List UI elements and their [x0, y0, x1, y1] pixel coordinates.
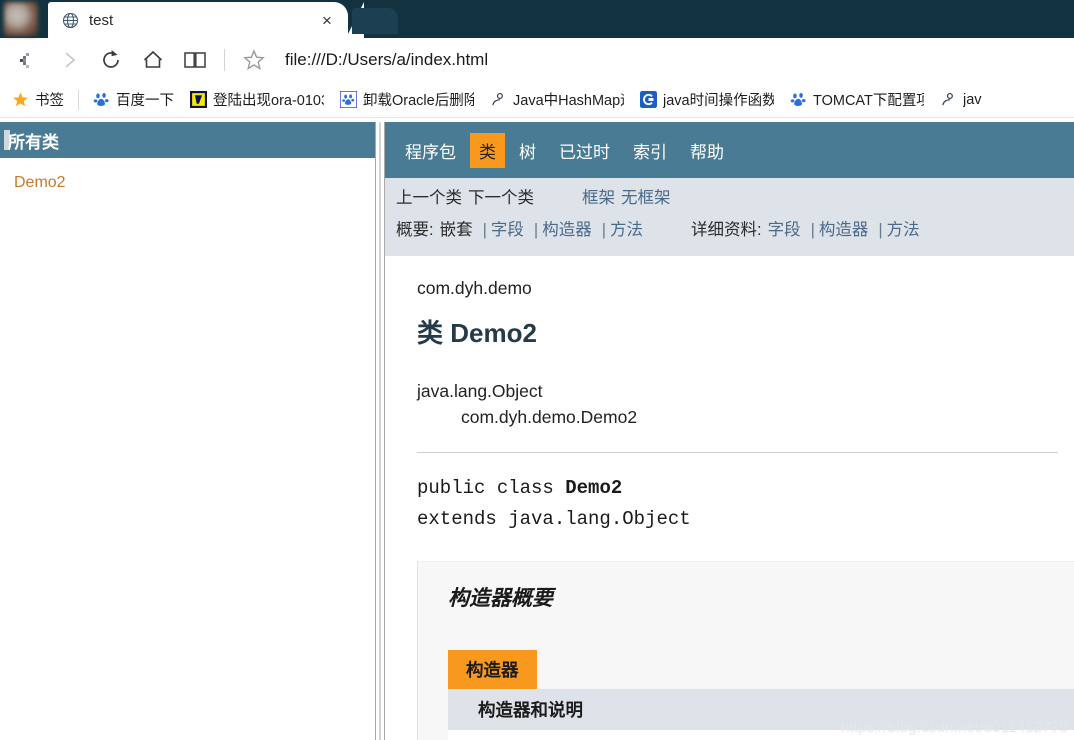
classdoc-frame: 程序包 类 树 已过时 索引 帮助 上一个类 下一个类 框架 无框架 概要: 嵌… — [385, 122, 1074, 740]
home-icon[interactable] — [132, 41, 174, 79]
tab-strip: test × — [0, 0, 1074, 38]
baidu-paw-icon — [93, 91, 110, 108]
bookmark-label: 百度一下 — [116, 93, 174, 109]
star-icon — [12, 91, 29, 108]
nav-item-index[interactable]: 索引 — [624, 133, 676, 168]
detail-method[interactable]: 方法 — [887, 216, 920, 240]
detail-field[interactable]: 字段 — [768, 216, 801, 240]
javadoc-sub-nav: 上一个类 下一个类 框架 无框架 概要: 嵌套 | 字段 | 构造器 | 方法 — [385, 178, 1074, 256]
star-outline-icon[interactable] — [233, 41, 275, 79]
summary-field[interactable]: 字段 — [491, 216, 524, 240]
separator: | — [810, 221, 815, 239]
bookmark-label: java时间操作函数 — [663, 93, 774, 109]
bookmarks-bar: 书签 百度一下 登陆出现ora-0103 卸载Oracle后删除 Java中Ha… — [0, 82, 1074, 118]
book-icon[interactable] — [174, 41, 216, 79]
bookmark-label: Java中HashMap运 — [513, 93, 624, 109]
signature-line-1: public class Demo2 — [417, 473, 1074, 504]
browser-tab[interactable]: test × — [48, 2, 364, 38]
bookmark-item-ora[interactable]: 登陆出现ora-0103 — [182, 86, 332, 114]
close-icon[interactable]: × — [316, 9, 338, 31]
signature-modifiers: public class — [417, 477, 566, 499]
bookmark-item-hashmap[interactable]: Java中HashMap运 — [482, 86, 632, 114]
summary-label: 概要: — [396, 221, 434, 239]
detail-constructor[interactable]: 构造器 — [819, 216, 869, 240]
summary-constructor[interactable]: 构造器 — [542, 216, 592, 240]
constructor-summary-heading: 构造器概要 — [448, 587, 553, 610]
tab-title: test — [89, 11, 114, 29]
nav-item-packages[interactable]: 程序包 — [396, 133, 465, 168]
inheritance-child: com.dyh.demo.Demo2 — [461, 407, 638, 427]
yellow-v-icon — [190, 91, 207, 108]
javadoc-content: com.dyh.demo 类 Demo2 java.lang.Object co… — [385, 256, 1074, 740]
page-title: 类 Demo2 — [417, 318, 537, 348]
bookmark-label: TOMCAT下配置项 — [813, 93, 924, 109]
bookmark-item-shuqian[interactable]: 书签 — [4, 86, 72, 114]
new-tab-button[interactable] — [352, 8, 398, 34]
person-icon — [940, 91, 957, 108]
separator: | — [601, 221, 606, 239]
bookmark-label: 卸载Oracle后删除 — [363, 93, 474, 109]
inheritance-root: java.lang.Object — [417, 381, 543, 401]
allclasses-frame: 所有类 Demo2 — [0, 122, 375, 740]
allclasses-header: 所有类 — [0, 122, 375, 158]
bookmark-divider — [78, 89, 79, 110]
browser-window: test × file:///D:/Users/a/index.html 书签 … — [0, 0, 1074, 740]
javadoc-top-nav: 程序包 类 树 已过时 索引 帮助 — [385, 122, 1074, 178]
javadoc-subnav-row-1: 上一个类 下一个类 框架 无框架 — [396, 184, 1074, 216]
tab-constructors[interactable]: 构造器 — [448, 650, 537, 689]
next-class-link[interactable]: 下一个类 — [468, 184, 534, 208]
bookmark-item-baidu[interactable]: 百度一下 — [85, 86, 182, 114]
reload-icon[interactable] — [90, 41, 132, 79]
summary-method[interactable]: 方法 — [610, 216, 643, 240]
constructor-table-header: 构造器和说明 — [448, 689, 1074, 730]
forward-arrow-icon[interactable] — [48, 41, 90, 79]
bookmark-label: 登陆出现ora-0103 — [213, 93, 324, 109]
bookmark-item-jav[interactable]: jav — [932, 86, 990, 114]
globe-icon — [62, 12, 79, 29]
separator: | — [482, 221, 487, 239]
bookmark-label: 书签 — [35, 93, 64, 109]
allclasses-header-label: 所有类 — [8, 132, 59, 152]
allclasses-list: Demo2 — [0, 158, 375, 194]
bookmark-item-tomcat[interactable]: TOMCAT下配置项 — [782, 86, 932, 114]
page-viewport: 所有类 Demo2 程序包 类 树 已过时 索引 帮助 上一个类 下一个类 框架… — [0, 122, 1074, 740]
allclasses-item-demo2[interactable]: Demo2 — [14, 172, 375, 194]
package-name: com.dyh.demo — [417, 278, 532, 298]
separator: | — [878, 221, 883, 239]
bookmark-item-java-time[interactable]: java时间操作函数 — [632, 86, 782, 114]
nav-item-help[interactable]: 帮助 — [681, 133, 733, 168]
detail-label: 详细资料: — [690, 221, 762, 239]
class-signature: public class Demo2 extends java.lang.Obj… — [401, 453, 1074, 535]
bookmark-label: jav — [963, 91, 982, 108]
summary-nested[interactable]: 嵌套 — [440, 216, 473, 240]
javadoc-subnav-row-2: 概要: 嵌套 | 字段 | 构造器 | 方法 详细资料: 字段 | 构造器 | … — [396, 216, 1074, 248]
no-frames-link[interactable]: 无框架 — [621, 184, 671, 208]
person-icon — [490, 91, 507, 108]
nav-item-deprecated[interactable]: 已过时 — [550, 133, 619, 168]
inheritance-tree: java.lang.Object com.dyh.demo.Demo2 — [401, 350, 1074, 430]
csdn-icon — [640, 91, 657, 108]
table-row[interactable]: Demo2() — [448, 730, 1074, 740]
browser-toolbar: file:///D:/Users/a/index.html — [0, 38, 1074, 82]
blue-paw-icon — [339, 90, 358, 109]
nav-item-class[interactable]: 类 — [470, 132, 505, 168]
constructor-tab-row: 构造器 — [448, 650, 1074, 689]
url-text: file:///D:/Users/a/index.html — [285, 50, 489, 69]
baidu-paw-icon — [790, 91, 807, 108]
prev-class-link[interactable]: 上一个类 — [396, 184, 462, 208]
constructor-summary-section: 构造器概要 构造器 构造器和说明 Demo2() — [417, 561, 1074, 740]
frame-splitter[interactable] — [375, 122, 385, 740]
frames-link[interactable]: 框架 — [582, 184, 615, 208]
profile-avatar[interactable] — [4, 2, 38, 36]
back-arrow-icon[interactable] — [6, 41, 48, 79]
address-bar[interactable]: file:///D:/Users/a/index.html — [275, 41, 1068, 79]
nav-item-tree[interactable]: 树 — [510, 133, 545, 168]
toolbar-divider — [224, 49, 225, 71]
separator: | — [533, 221, 539, 239]
signature-class-name: Demo2 — [565, 477, 623, 499]
bookmark-item-oracle-uninstall[interactable]: 卸载Oracle后删除 — [332, 86, 482, 114]
signature-line-2: extends java.lang.Object — [417, 508, 691, 530]
